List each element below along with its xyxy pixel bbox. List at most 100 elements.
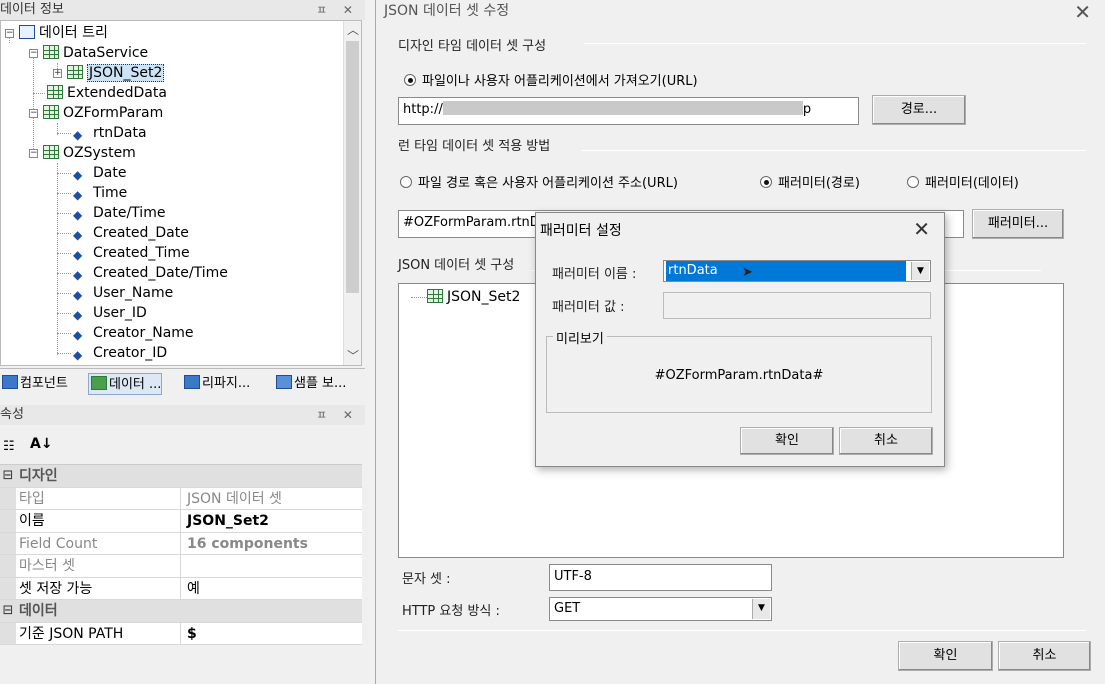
tree-root[interactable]: 데이터 트리 [19, 23, 108, 43]
property-row-json-path[interactable]: 기준 JSON PATH $ [0, 622, 362, 645]
url-input[interactable]: http://p [398, 97, 859, 125]
close-icon[interactable]: ✕ [913, 217, 930, 241]
preview-group: 미리보기 #OZFormParam.rtnData# [546, 328, 932, 413]
property-row-master-set[interactable]: 마스터 셋 [0, 555, 362, 578]
tree-item-dataservice[interactable]: DataService [43, 43, 148, 63]
tree-line [57, 273, 71, 274]
panel-controls[interactable]: ㅍ ✕ [316, 405, 359, 425]
tree-field-item[interactable]: ◆ Creator_Name [73, 323, 194, 343]
tree-line [57, 213, 71, 214]
tree-scrollbar[interactable]: ︿ ﹀ [343, 21, 361, 365]
properties-toolbar: ☷ A↓ [0, 432, 365, 462]
scroll-thumb[interactable] [346, 41, 359, 293]
preview-text: #OZFormParam.rtnData# [654, 368, 824, 383]
field-icon: ◆ [73, 288, 83, 302]
param-value-label: 패러미터 값 : [552, 300, 625, 315]
data-tree-icon [19, 25, 35, 39]
runtime-group-label: 런 타임 데이터 셋 적용 방법 [398, 139, 551, 154]
tab-data[interactable]: 데이터 ... [88, 373, 163, 395]
json-tree-item[interactable]: JSON_Set2 [427, 287, 520, 307]
redacted-url [442, 101, 803, 115]
tree-line [33, 93, 45, 94]
cancel-button[interactable]: 취소 [998, 641, 1091, 671]
field-icon: ◆ [73, 308, 83, 322]
tab-components[interactable]: 컴포넌트 [0, 373, 68, 395]
tree-item-rtndata[interactable]: ◆ rtnData [73, 123, 147, 143]
radio-design-url[interactable]: 파일이나 사용자 어플리케이션에서 가져오기(URL) [404, 70, 698, 89]
param-cancel-button[interactable]: 취소 [839, 427, 933, 455]
tree-field-item[interactable]: ◆ User_Name [73, 283, 173, 303]
tree-field-item[interactable]: ◆ Date/Time [73, 203, 165, 223]
tree-item-json-set2[interactable]: JSON_Set2 [67, 63, 165, 83]
property-grid: ⊟ 디자인 타입 JSON 데이터 셋 이름 JSON_Set2 Field Coun… [0, 464, 362, 645]
radio-param-path[interactable]: 패러미터(경로) [760, 172, 860, 191]
collapse-ozsystem-toggle[interactable]: − [29, 149, 38, 158]
data-info-panel-title: 데이터 정보 ㅍ ✕ [0, 0, 365, 20]
tab-samples[interactable]: 샘플 보... [274, 373, 346, 395]
tree-item-extendeddata[interactable]: ExtendedData [47, 83, 167, 103]
dialog-title: JSON 데이터 셋 수정 [384, 3, 510, 19]
tree-field-item[interactable]: ◆ Created_Time [73, 243, 190, 263]
dropdown-arrow-icon[interactable]: ▼ [911, 262, 929, 280]
property-category-design[interactable]: ⊟ 디자인 [0, 465, 362, 488]
categorized-icon[interactable]: ☷ [3, 439, 15, 454]
parameter-settings-dialog: 패러미터 설정 ✕ 패러미터 이름 : rtnData ➤ ▼ 패러미터 값 :… [535, 212, 945, 467]
collapse-ozformparam-toggle[interactable]: − [29, 109, 38, 118]
scroll-up-icon[interactable]: ︿ [344, 21, 361, 39]
property-row-savable[interactable]: 셋 저장 가능 예 [0, 577, 362, 600]
row-gutter [0, 532, 16, 554]
close-icon[interactable]: ✕ [1074, 0, 1091, 24]
property-category-data[interactable]: ⊟ 데이터 [0, 600, 362, 623]
properties-panel-title: 속성 ㅍ ✕ [0, 405, 365, 425]
http-method-select[interactable]: GET ▼ [549, 597, 772, 621]
property-row-name[interactable]: 이름 JSON_Set2 [0, 510, 362, 533]
tree-field-item[interactable]: ◆ User_ID [73, 303, 147, 323]
scroll-down-icon[interactable]: ﹀ [344, 347, 361, 365]
field-icon: ◆ [73, 348, 83, 362]
left-bottom-tabs: 컴포넌트 데이터 ... 리파지... 샘플 보... [0, 368, 365, 398]
param-name-label: 패러미터 이름 : [552, 267, 637, 282]
radio-indicator [400, 176, 412, 188]
charset-input[interactable]: UTF-8 [549, 564, 772, 591]
collapse-dataservice-toggle[interactable]: − [29, 49, 38, 58]
collapse-icon[interactable]: ⊟ [0, 465, 16, 487]
panel-controls[interactable]: ㅍ ✕ [316, 0, 359, 20]
data-icon [91, 376, 107, 390]
ok-button[interactable]: 확인 [898, 641, 993, 671]
tab-repository[interactable]: 리파지... [182, 373, 250, 395]
radio-runtime-url[interactable]: 파일 경로 혹은 사용자 어플리케이션 주소(URL) [400, 172, 678, 191]
tree-field-item[interactable]: ◆ Creator_ID [73, 343, 167, 363]
tree-field-item[interactable]: ◆ Time [73, 183, 127, 203]
row-gutter [0, 577, 16, 599]
field-icon: ◆ [73, 228, 83, 242]
tree-line [57, 313, 71, 314]
tree-item-ozsystem[interactable]: OZSystem [43, 143, 136, 163]
collapse-root-toggle[interactable]: − [5, 29, 14, 38]
parameter-button[interactable]: 패러미터... [972, 209, 1064, 239]
table-icon [43, 145, 59, 159]
tree-field-item[interactable]: ◆ Created_Date/Time [73, 263, 228, 283]
expand-jsonset-toggle[interactable]: + [53, 69, 62, 78]
param-name-select[interactable]: rtnData ➤ ▼ [663, 260, 931, 282]
property-row-field-count[interactable]: Field Count 16 components [0, 532, 362, 555]
param-value-input[interactable] [663, 292, 931, 319]
tree-line [57, 293, 71, 294]
data-tree[interactable]: − 데이터 트리 − DataService + JSON_Set2 Exten… [0, 20, 362, 366]
radio-indicator [907, 176, 919, 188]
dropdown-arrow-icon[interactable]: ▼ [752, 599, 770, 619]
path-button[interactable]: 경로... [872, 95, 966, 125]
collapse-icon[interactable]: ⊟ [0, 600, 16, 622]
row-gutter [0, 510, 16, 532]
tree-field-item[interactable]: ◆ Date [73, 163, 126, 183]
tree-item-ozformparam[interactable]: OZFormParam [43, 103, 163, 123]
component-icon [2, 375, 18, 389]
param-ok-button[interactable]: 확인 [740, 427, 834, 455]
property-row-type[interactable]: 타입 JSON 데이터 셋 [0, 487, 362, 510]
tree-line [57, 353, 71, 354]
sort-az-icon[interactable]: A↓ [30, 436, 53, 452]
row-gutter [0, 487, 16, 509]
radio-param-data[interactable]: 패러미터(데이터) [907, 172, 1019, 191]
tree-line [33, 55, 34, 155]
field-icon: ◆ [73, 208, 83, 222]
tree-field-item[interactable]: ◆ Created_Date [73, 223, 189, 243]
